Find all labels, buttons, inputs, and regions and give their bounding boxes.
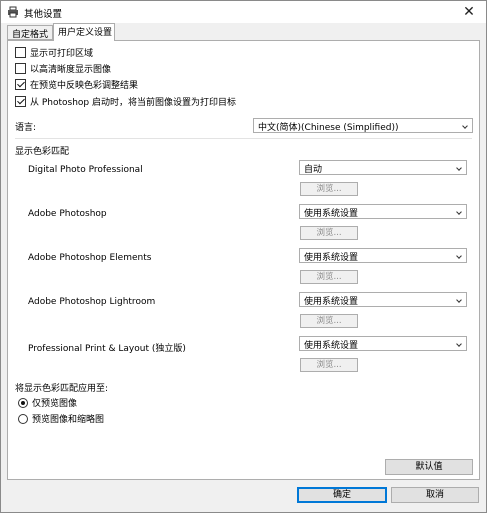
lightroom-browse-button[interactable]: 浏览... xyxy=(300,314,358,328)
language-label: 语言: xyxy=(15,123,37,133)
photoshop-browse-button[interactable]: 浏览... xyxy=(300,226,358,240)
settings-dialog: 其他设置 ✕ 自定格式 用户定义设置 显示可打印区域 以高清晰度显示图像 在预览… xyxy=(0,0,487,513)
dpp-color-select[interactable]: 自动 xyxy=(299,160,467,175)
title-bar: 其他设置 ✕ xyxy=(1,1,486,23)
app-name-dpp: Digital Photo Professional xyxy=(28,165,143,175)
radio-label: 仅预览图像 xyxy=(32,399,78,409)
app-name-lightroom: Adobe Photoshop Lightroom xyxy=(28,297,156,307)
radio-row-preview-only[interactable]: 仅预览图像 xyxy=(18,396,77,409)
window-title: 其他设置 xyxy=(24,9,63,20)
chevron-down-icon xyxy=(462,123,468,129)
select-value: 使用系统设置 xyxy=(304,253,359,263)
divider xyxy=(15,138,472,139)
language-select[interactable]: 中文(简体)(Chinese (Simplified)) xyxy=(253,118,473,133)
checkbox-label: 在预览中反映色彩调整结果 xyxy=(30,81,139,91)
chevron-down-icon xyxy=(456,165,462,171)
ok-button[interactable]: 确定 xyxy=(297,487,387,503)
reflect-color-checkbox[interactable] xyxy=(15,79,26,90)
language-value: 中文(简体)(Chinese (Simplified)) xyxy=(258,123,399,133)
checkbox-row-reflect-color[interactable]: 在预览中反映色彩调整结果 xyxy=(15,78,138,91)
printer-icon xyxy=(8,6,18,18)
tab-user-defined-settings[interactable]: 用户定义设置 xyxy=(53,23,115,41)
defaults-button[interactable]: 默认值 xyxy=(385,459,473,475)
checkbox-label: 从 Photoshop 启动时，将当前图像设置为打印目标 xyxy=(30,98,237,108)
high-resolution-checkbox[interactable] xyxy=(15,63,26,74)
photoshop-target-checkbox[interactable] xyxy=(15,96,26,107)
select-value: 使用系统设置 xyxy=(304,297,359,307)
select-value: 使用系统设置 xyxy=(304,209,359,219)
photoshop-color-select[interactable]: 使用系统设置 xyxy=(299,204,467,219)
chevron-down-icon xyxy=(456,209,462,215)
chevron-down-icon xyxy=(456,253,462,259)
checkbox-row-photoshop-target[interactable]: 从 Photoshop 启动时，将当前图像设置为打印目标 xyxy=(15,95,236,108)
preview-only-radio[interactable] xyxy=(18,397,28,408)
close-icon: ✕ xyxy=(463,4,475,20)
professional-print-layout-color-select[interactable]: 使用系统设置 xyxy=(299,336,467,351)
checkbox-row-printable-area[interactable]: 显示可打印区域 xyxy=(15,46,93,59)
app-name-photoshop: Adobe Photoshop xyxy=(28,209,107,219)
cancel-button[interactable]: 取消 xyxy=(391,487,479,503)
preview-and-thumbnails-radio[interactable] xyxy=(18,413,28,424)
color-matching-heading: 显示色彩匹配 xyxy=(15,147,70,157)
chevron-down-icon xyxy=(456,297,462,303)
photoshop-elements-color-select[interactable]: 使用系统设置 xyxy=(299,248,467,263)
apply-to-heading: 将显示色彩匹配应用至: xyxy=(15,384,109,394)
close-button[interactable]: ✕ xyxy=(456,2,482,22)
photoshop-elements-browse-button[interactable]: 浏览... xyxy=(300,270,358,284)
select-value: 自动 xyxy=(304,165,323,175)
radio-label: 预览图像和缩略图 xyxy=(32,415,105,425)
tab-custom-format[interactable]: 自定格式 xyxy=(7,25,53,40)
lightroom-color-select[interactable]: 使用系统设置 xyxy=(299,292,467,307)
dpp-browse-button[interactable]: 浏览... xyxy=(300,182,358,196)
app-name-photoshop-elements: Adobe Photoshop Elements xyxy=(28,253,152,263)
app-name-professional-print-layout: Professional Print & Layout (独立版) xyxy=(28,344,186,354)
chevron-down-icon xyxy=(456,341,462,347)
radio-row-preview-and-thumbnails[interactable]: 预览图像和缩略图 xyxy=(18,412,104,425)
checkbox-row-high-resolution[interactable]: 以高清晰度显示图像 xyxy=(15,62,111,75)
printable-area-checkbox[interactable] xyxy=(15,47,26,58)
tab-panel: 显示可打印区域 以高清晰度显示图像 在预览中反映色彩调整结果 从 Photosh… xyxy=(7,40,480,480)
checkbox-label: 显示可打印区域 xyxy=(30,49,94,59)
professional-print-layout-browse-button[interactable]: 浏览... xyxy=(300,358,358,372)
checkbox-label: 以高清晰度显示图像 xyxy=(30,65,112,75)
select-value: 使用系统设置 xyxy=(304,341,359,351)
